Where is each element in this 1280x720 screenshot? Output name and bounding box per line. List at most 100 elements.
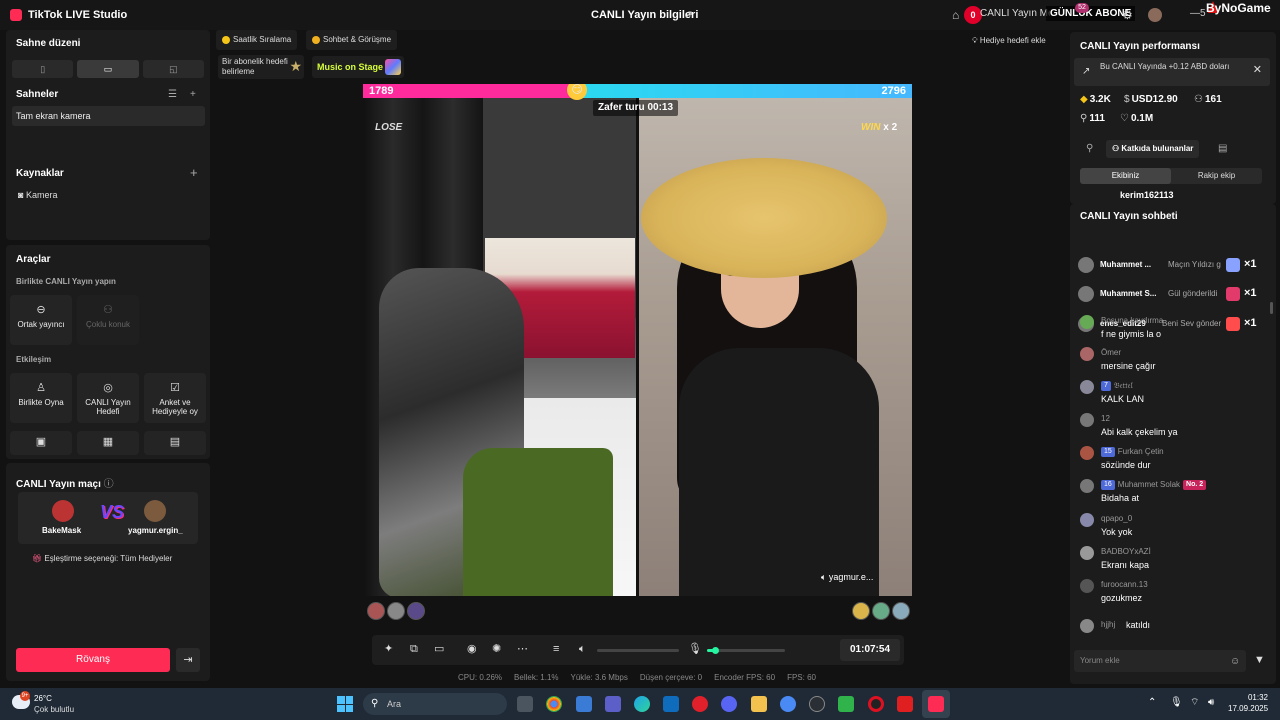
sliders-icon[interactable]: ≡ [553,644,559,655]
tab-opponent-team[interactable]: Rakip ekip [1171,168,1262,184]
microphone-icon[interactable]: 🎙︎ [688,644,702,655]
store-icon[interactable] [576,696,592,712]
add-source-icon[interactable]: + [190,166,198,179]
user-avatar[interactable] [1148,8,1162,22]
cohost-label: Ortak yayıncı [17,320,65,329]
more-icon[interactable]: ⋯ [517,644,528,655]
record-icon[interactable]: ◉ [467,644,477,655]
obs-icon[interactable] [868,696,884,712]
scenes-title: Sahneler [16,89,59,100]
chrome-profile-icon[interactable] [780,696,796,712]
edge-icon[interactable] [634,696,650,712]
effects-icon[interactable]: ✺ [492,644,501,655]
player2-avatar[interactable] [144,500,166,522]
tool-button-extra-1[interactable]: ▣ [10,431,72,455]
search-label: Ara [387,699,402,709]
task-view-icon[interactable] [517,696,533,712]
volume-icon[interactable]: 🔈︎ [579,644,586,655]
play-together-tool-button[interactable]: ♙ Birlikte Oyna [10,373,72,423]
source-item-camera[interactable]: ◙ Kamera [18,190,57,200]
layout-portrait-tab[interactable]: ▯ [12,60,74,78]
gift-row[interactable]: Muhammet ... Maçın Yıldızı g ×1 [1078,254,1270,276]
steam-icon[interactable] [809,696,825,712]
chat-avatar [1080,546,1094,560]
help-icon[interactable]: ⓘ [104,479,114,490]
gift-row[interactable]: Muhammet S... Gül gönderildi ×1 [1078,283,1270,305]
live-info-title[interactable]: CANLI Yayın bilgileri [591,9,698,21]
screen-icon[interactable]: ▭ [434,644,444,655]
chat-username: Ömer [1101,348,1121,357]
layout-custom-tab[interactable]: ◱ [142,60,204,78]
outlook-icon[interactable] [663,696,679,712]
discord-icon[interactable] [721,696,737,712]
tray-mic-icon[interactable]: 🎙︎ [1170,697,1183,709]
mic-slider[interactable] [707,647,785,654]
supporter-avatar[interactable] [367,602,385,620]
hourly-ranking-pill[interactable]: Saatlik Sıralama [216,30,298,50]
multiguest-tool-button[interactable]: ⚇ Çoklu konuk [77,295,139,345]
chat-username: qpapo_0 [1101,514,1133,523]
document-icon[interactable]: ▤ [1218,144,1227,154]
live-center-label[interactable]: CANLI Yayın Merkezi [980,8,1050,19]
share-icon[interactable]: ↗ [684,10,695,21]
file-explorer-icon[interactable] [751,696,767,712]
chat-user-line: 16 Muhammet Solak No. 2 [1101,480,1207,490]
rematch-button[interactable]: Rövanş [16,648,170,672]
chat-call-pill[interactable]: Sohbet & Görüşme [306,30,398,50]
add-scene-icon[interactable]: + [190,90,196,100]
source-label: Kamera [25,190,58,200]
supporter-avatar[interactable] [387,602,405,620]
teams-icon[interactable] [605,696,621,712]
layout-landscape-tab[interactable]: ▭ [77,60,139,78]
gift-goal-label: Hediye hedefi ekle [979,36,1046,45]
settings-gear-icon[interactable]: ⚙ [1122,9,1133,21]
magic-wand-icon[interactable]: ✦ [384,644,393,655]
supporter-avatar[interactable] [892,602,910,620]
contributors-button[interactable]: ⚇ Katkıda bulunanlar [1106,140,1200,158]
bynogame-watermark: ByNoGame [1206,1,1271,15]
usd-metric: $ USD12.90 [1124,94,1178,105]
comment-input[interactable]: Yorum ekle [1074,650,1246,672]
tool-button-extra-2[interactable]: ▦ [77,431,139,455]
viewers-metric: ⚇ 161 [1194,94,1222,105]
layout-icon[interactable]: ⧉ [410,644,418,655]
music-on-stage-button[interactable]: Music on Stage [312,56,404,78]
send-icon[interactable]: ▼ [1254,654,1265,666]
tab-your-team[interactable]: Ekibiniz [1080,168,1171,184]
taskbar-search[interactable]: ⚲ Ara [363,693,507,715]
matching-option[interactable]: 🎁︎ Eşleştirme seçeneği: Tüm Hediyeler [32,554,172,563]
windows-start-icon[interactable] [337,696,353,712]
android-icon[interactable] [838,696,854,712]
youtube-icon[interactable] [897,696,913,712]
mic-slider-knob[interactable] [711,647,719,654]
supporter-avatar[interactable] [407,602,425,620]
cohost-tool-button[interactable]: ⊖ Ortak yayıncı [10,295,72,345]
close-icon[interactable]: ✕ [1253,65,1262,76]
tray-volume-icon[interactable]: 🔊︎ [1208,697,1214,709]
volume-slider[interactable] [597,649,679,652]
opera-icon[interactable] [692,696,708,712]
tray-network-icon[interactable]: ⌔ [1190,697,1199,709]
supporter-avatar[interactable] [852,602,870,620]
add-gift-goal-button[interactable]: 💡︎ Hediye hedefi ekle [968,32,1050,50]
emoji-icon[interactable]: ☺ [1230,656,1240,667]
chat-scrollbar[interactable] [1270,302,1273,314]
poll-tool-button[interactable]: ☑ Anket ve Hediyeyle oy [144,373,206,423]
chat-username: hjjhj [1101,620,1116,629]
chrome-icon[interactable] [546,696,562,712]
add-user-icon[interactable]: ⚲ [1086,144,1093,154]
tray-chevron-icon[interactable]: ⌃ [1148,697,1156,709]
supporter-avatar[interactable] [872,602,890,620]
exit-match-button[interactable]: ⇥ [176,648,200,672]
live-goal-tool-button[interactable]: ◎ CANLI Yayın Hedefi [77,373,139,423]
taskbar-clock[interactable]: 01:32 17.09.2025 [1228,692,1268,714]
heart-icon: ♡ [1120,113,1129,124]
player1-avatar[interactable] [52,500,74,522]
tool-button-extra-3[interactable]: ▤ [144,431,206,455]
subscription-goal-card[interactable]: Bir abonelik hedefi belirleme ★ [218,55,304,79]
tiktok-live-icon[interactable] [928,696,944,712]
scene-item-fullscreen-camera[interactable]: Tam ekran kamera [12,106,205,126]
home-icon[interactable]: ⌂ [952,9,964,21]
minimize-button[interactable]: —5 [1190,8,1206,19]
list-icon[interactable]: ☰ [168,90,177,100]
